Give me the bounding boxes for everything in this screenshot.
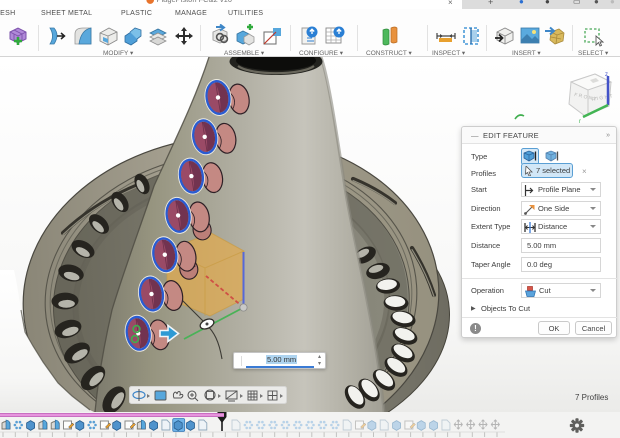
svg-text:z: z: [605, 72, 608, 78]
svg-text:r: r: [579, 119, 581, 124]
